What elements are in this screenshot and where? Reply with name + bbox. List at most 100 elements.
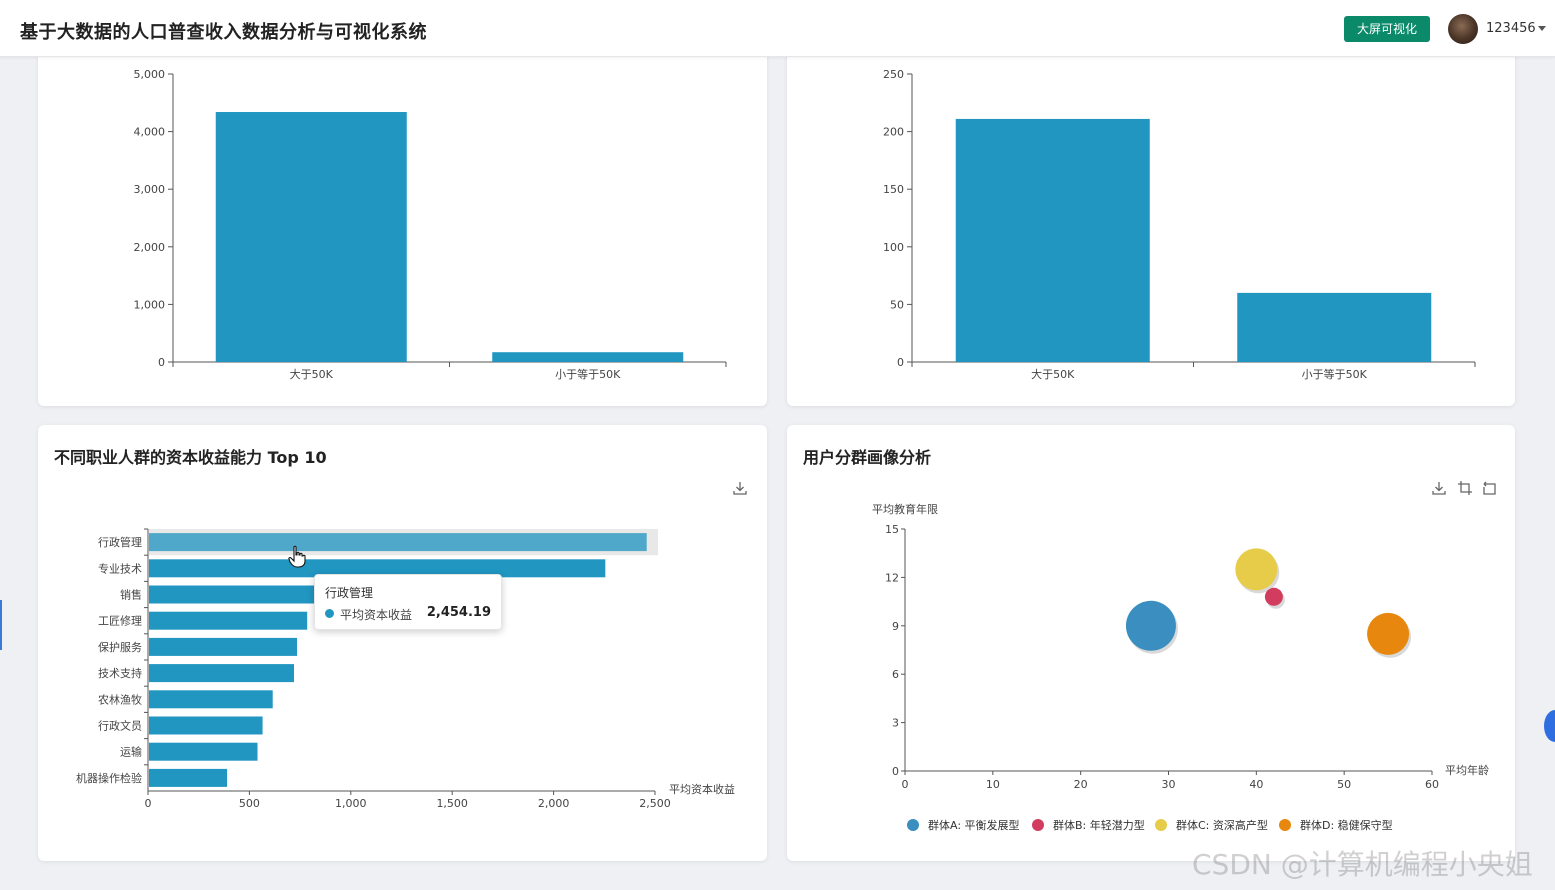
bar	[149, 637, 298, 656]
x-axis-title: 平均资本收益	[669, 782, 735, 796]
top-header: 基于大数据的人口普查收入数据分析与可视化系统 大屏可视化 123456	[0, 0, 1555, 57]
x-axis-title: 平均年龄	[1445, 763, 1489, 777]
y-tick-label: 2,000	[134, 241, 166, 254]
bar	[149, 716, 263, 735]
bubble-群体C	[1235, 548, 1278, 591]
y-tick-label: 9	[892, 620, 899, 633]
bubble-群体A	[1125, 600, 1176, 651]
tooltip-series-name: 平均资本收益	[340, 608, 413, 622]
y-tick-label: 运输	[120, 745, 142, 759]
floating-side-button[interactable]	[1544, 710, 1555, 742]
legend-item[interactable]: 群体B: 年轻潜力型	[1032, 817, 1145, 833]
bar	[1237, 292, 1432, 362]
y-axis-title: 平均教育年限	[872, 502, 938, 516]
legend-item[interactable]: 群体D: 稳健保守型	[1279, 817, 1393, 833]
y-tick-label: 行政管理	[98, 535, 142, 549]
hand-cursor-icon	[288, 545, 306, 568]
x-tick-label: 1,000	[335, 797, 367, 810]
y-tick-label: 专业技术	[98, 561, 142, 575]
bar	[149, 585, 326, 604]
x-tick-label: 0	[902, 778, 909, 791]
y-tick-label: 50	[890, 298, 904, 311]
tooltip-value: 2,454.19	[426, 605, 491, 620]
income-bar-chart-1: 0 1,000 2,000 3,000 4,000 5,000 大于50K 小于等于50K	[134, 68, 727, 381]
bar	[955, 118, 1150, 362]
x-tick-label: 0	[145, 797, 152, 810]
x-tick-label: 20	[1074, 778, 1088, 791]
legend-label: 群体C: 资深高产型	[1176, 819, 1268, 832]
x-tick-label: 2,500	[639, 797, 671, 810]
cluster-scatter-chart: 0 3 6 9 12 15 0 10 20 30 40 50 60 平均教育年限平均年龄	[872, 502, 1489, 791]
x-tick-label: 30	[1162, 778, 1176, 791]
legend-dot-icon	[1032, 819, 1044, 831]
income-count-card: 0 1,000 2,000 3,000 4,000 5,000 大于50K 小于等于50K	[38, 40, 767, 406]
occupation-capital-gain-card: 不同职业人群的资本收益能力 Top 10 行政管理 专业技术 销售 工匠修理 保护服务技…	[38, 425, 767, 861]
x-tick-label: 40	[1249, 778, 1263, 791]
x-tick-label: 50	[1337, 778, 1351, 791]
income-count-card-2: 0 50 100 150 200 250 大于50K 小于等于50K	[787, 40, 1515, 406]
y-tick-label: 工匠修理	[98, 614, 142, 628]
bar	[149, 664, 295, 683]
y-tick-label: 15	[885, 523, 899, 536]
legend-item[interactable]: 群体C: 资深高产型	[1155, 817, 1268, 833]
occupation-bar-chart: 行政管理专业技术销售工匠修理保护服务技术支持农林渔牧行政文员运输机器操作检验0 5…	[76, 528, 735, 810]
app-title: 基于大数据的人口普查收入数据分析与可视化系统	[20, 22, 427, 43]
x-tick-label: 1,500	[436, 797, 468, 810]
legend-item[interactable]: 群体A: 平衡发展型	[907, 817, 1020, 833]
watermark: CSDN @计算机编程小央姐	[1192, 848, 1533, 881]
y-tick-label: 0	[897, 356, 904, 369]
x-tick-label: 500	[239, 797, 260, 810]
chart-tooltip: 行政管理 平均资本收益 2,454.19	[314, 574, 502, 630]
bar	[149, 742, 258, 761]
x-tick-label: 10	[986, 778, 1000, 791]
legend-dot-icon	[1155, 819, 1167, 831]
y-tick-label: 农林渔牧	[98, 692, 142, 706]
big-screen-button[interactable]: 大屏可视化	[1344, 16, 1430, 42]
username-label[interactable]: 123456	[1486, 21, 1536, 36]
income-bar-chart-2: 0 50 100 150 200 250 大于50K 小于等于50K	[883, 68, 1476, 381]
bar	[149, 611, 308, 630]
legend-dot-icon	[907, 819, 919, 831]
chart-legend: 群体A: 平衡发展型 群体B: 年轻潜力型 群体C: 资深高产型 群体D: 稳健保守型	[907, 817, 1427, 835]
y-tick-label: 100	[883, 241, 904, 254]
y-tick-label: 销售	[120, 588, 142, 602]
tooltip-title: 行政管理	[325, 586, 374, 600]
left-edge-indicator	[0, 600, 2, 650]
x-tick-label: 小于等于50K	[1302, 367, 1368, 381]
x-tick-label: 大于50K	[1031, 367, 1075, 381]
y-tick-label: 0	[892, 765, 899, 778]
bubble-群体B	[1264, 587, 1283, 606]
bubble-群体D	[1367, 612, 1410, 655]
y-tick-label: 机器操作检验	[76, 771, 142, 785]
legend-label: 群体B: 年轻潜力型	[1053, 819, 1145, 832]
y-tick-label: 5,000	[134, 68, 166, 81]
legend-dot-icon	[1279, 819, 1291, 831]
y-tick-label: 200	[883, 126, 904, 139]
x-tick-label: 60	[1425, 778, 1439, 791]
bar	[492, 352, 684, 362]
bar	[149, 533, 647, 552]
bar	[149, 690, 273, 709]
y-tick-label: 250	[883, 68, 904, 81]
y-tick-label: 3,000	[134, 183, 166, 196]
y-tick-label: 行政文员	[98, 719, 142, 733]
y-tick-label: 保护服务	[98, 640, 142, 654]
y-tick-label: 3	[892, 717, 899, 730]
y-tick-label: 技术支持	[98, 666, 142, 680]
chevron-down-icon[interactable]	[1538, 26, 1546, 31]
y-tick-label: 0	[158, 356, 165, 369]
y-tick-label: 6	[892, 668, 899, 681]
y-tick-label: 12	[885, 571, 899, 584]
user-cluster-card: 用户分群画像分析 0 3 6 9 12 15 0 10 20 30 40 50 60 平均教育年限 平均年龄…	[787, 425, 1515, 861]
x-tick-label: 大于50K	[290, 367, 334, 381]
avatar[interactable]	[1448, 14, 1478, 44]
legend-label: 群体A: 平衡发展型	[928, 819, 1020, 832]
x-tick-label: 小于等于50K	[555, 367, 621, 381]
y-tick-label: 150	[883, 183, 904, 196]
bar	[215, 112, 407, 363]
y-tick-label: 4,000	[134, 126, 166, 139]
x-tick-label: 2,000	[538, 797, 570, 810]
y-tick-label: 1,000	[134, 298, 166, 311]
legend-label: 群体D: 稳健保守型	[1300, 819, 1393, 832]
bar	[149, 768, 228, 787]
